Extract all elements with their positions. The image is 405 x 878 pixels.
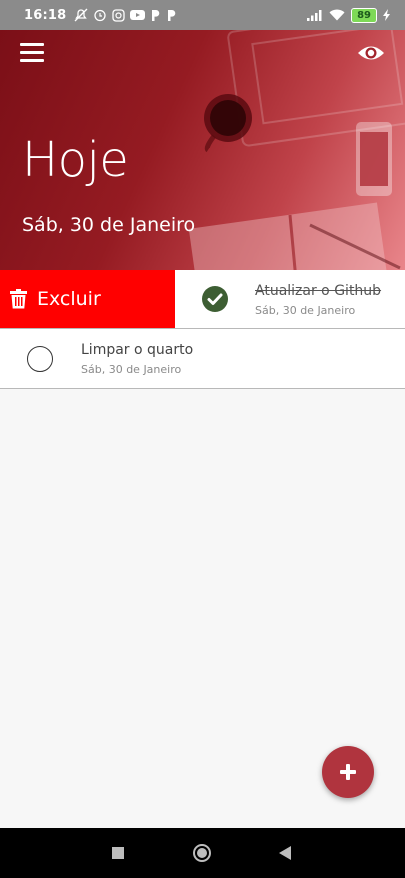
task-date: Sáb, 30 de Janeiro	[255, 304, 356, 317]
header-date: Sáb, 30 de Janeiro	[22, 214, 196, 236]
mute-icon	[74, 8, 88, 22]
trash-icon	[10, 289, 27, 309]
task-row: Excluir Atualizar o Github Sáb, 30 de Ja…	[0, 270, 405, 329]
home-button[interactable]	[172, 828, 232, 878]
charging-icon	[383, 9, 390, 21]
alarm-icon	[94, 9, 107, 22]
delete-action-label: Excluir	[37, 288, 101, 310]
menu-button[interactable]	[20, 43, 44, 65]
youtube-icon	[130, 10, 146, 20]
header: Hoje Sáb, 30 de Janeiro	[0, 30, 405, 270]
status-bar: 16:18 89	[0, 0, 405, 30]
eye-icon	[358, 46, 384, 60]
p-icon	[168, 9, 176, 21]
instagram-icon	[112, 8, 126, 22]
task-list: Excluir Atualizar o Github Sáb, 30 de Ja…	[0, 270, 405, 389]
check-icon	[207, 293, 223, 305]
task-row[interactable]: Limpar o quarto Sáb, 30 de Janeiro	[0, 329, 405, 389]
task-title: Atualizar o Github	[255, 283, 382, 299]
task-checkbox-checked[interactable]	[202, 286, 228, 312]
task-card-swiped[interactable]: Atualizar o Github Sáb, 30 de Janeiro	[175, 270, 405, 328]
wifi-icon	[329, 9, 345, 21]
system-icons: 89	[307, 7, 391, 23]
plus-icon	[340, 764, 356, 780]
back-button[interactable]	[255, 828, 315, 878]
home-circle-icon	[193, 844, 211, 862]
recent-apps-button[interactable]	[88, 828, 148, 878]
battery-icon: 89	[351, 7, 377, 23]
notification-icons	[74, 8, 177, 22]
task-date: Sáb, 30 de Janeiro	[81, 363, 182, 376]
task-checkbox-unchecked[interactable]	[27, 346, 53, 372]
signal-icon	[307, 10, 322, 21]
task-title: Limpar o quarto	[81, 342, 194, 358]
p-icon	[152, 9, 160, 21]
page-title: Hoje	[22, 132, 129, 188]
system-nav-bar	[0, 828, 405, 878]
add-task-button[interactable]	[322, 746, 374, 798]
delete-action-button[interactable]: Excluir	[0, 270, 175, 328]
status-time: 16:18	[24, 7, 67, 23]
hamburger-icon	[20, 43, 44, 62]
toggle-visibility-button[interactable]	[357, 42, 385, 64]
back-triangle-icon	[278, 846, 291, 860]
square-icon	[112, 847, 124, 859]
